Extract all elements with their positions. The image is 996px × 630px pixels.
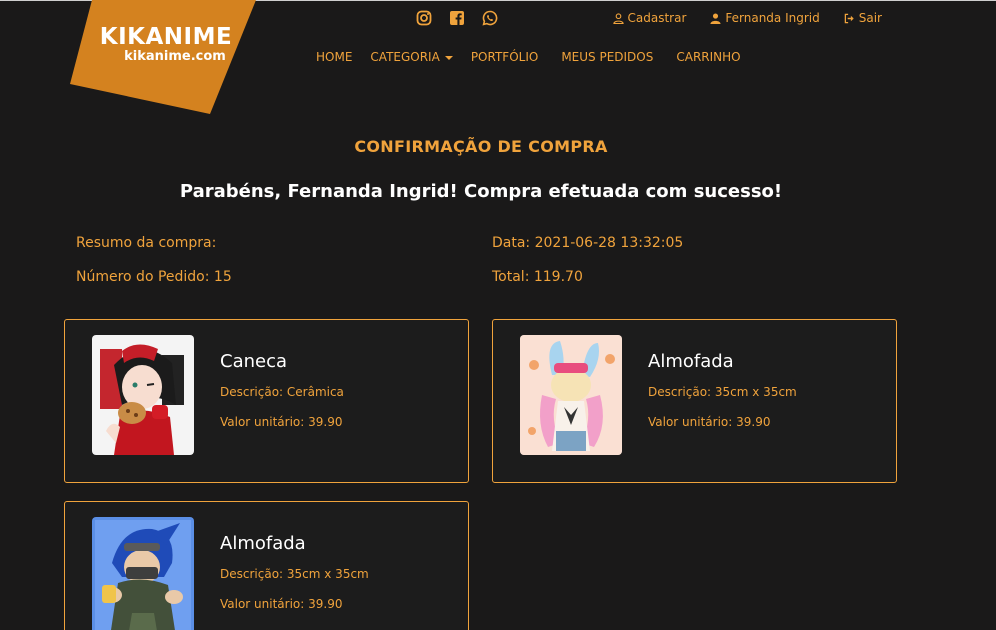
product-image xyxy=(92,335,194,455)
brand-logo[interactable]: KIKANIME kikanime.com xyxy=(70,0,256,114)
product-description: Descrição: 35cm x 35cm xyxy=(648,385,797,399)
brand-domain: kikanime.com xyxy=(124,49,226,64)
main-nav: HOME CATEGORIA PORTFÓLIO MEUS PEDIDOS CA… xyxy=(316,50,741,64)
logout-label: Sair xyxy=(858,11,882,25)
nav-home[interactable]: HOME xyxy=(316,50,352,64)
product-image xyxy=(92,517,194,630)
user-icon xyxy=(710,12,721,24)
user-outline-icon xyxy=(612,12,624,24)
instagram-icon[interactable] xyxy=(416,10,432,26)
product-unit-value: Valor unitário: 39.90 xyxy=(648,415,771,429)
nav-my-orders[interactable]: MEUS PEDIDOS xyxy=(561,50,653,64)
user-profile-link[interactable]: Fernanda Ingrid xyxy=(710,11,820,25)
product-unit-value: Valor unitário: 39.90 xyxy=(220,597,343,611)
nav-category-label: CATEGORIA xyxy=(370,50,440,64)
product-name: Almofada xyxy=(648,351,734,372)
order-date: Data: 2021-06-28 13:32:05 xyxy=(492,235,684,251)
whatsapp-icon[interactable] xyxy=(482,10,498,26)
order-total: Total: 119.70 xyxy=(492,269,583,285)
logout-link[interactable]: Sair xyxy=(844,11,882,25)
facebook-icon[interactable] xyxy=(449,10,465,26)
caret-down-icon xyxy=(444,55,453,60)
product-name: Caneca xyxy=(220,351,288,372)
user-name-label: Fernanda Ingrid xyxy=(725,11,820,25)
nav-category-dropdown[interactable]: CATEGORIA xyxy=(370,50,453,64)
nav-portfolio[interactable]: PORTFÓLIO xyxy=(471,50,539,64)
social-links xyxy=(416,10,498,26)
user-bar: Cadastrar Fernanda Ingrid Sair xyxy=(612,11,882,25)
summary-label: Resumo da compra: xyxy=(76,235,217,251)
nav-cart[interactable]: CARRINHO xyxy=(676,50,740,64)
register-label: Cadastrar xyxy=(627,11,687,25)
sign-out-icon xyxy=(844,13,854,23)
order-number: Número do Pedido: 15 xyxy=(76,269,232,285)
product-card: Almofada Descrição: 35cm x 35cm Valor un… xyxy=(64,501,469,630)
register-link[interactable]: Cadastrar xyxy=(612,11,687,25)
product-description: Descrição: 35cm x 35cm xyxy=(220,567,369,581)
product-name: Almofada xyxy=(220,533,306,554)
product-image xyxy=(520,335,622,455)
product-description: Descrição: Cerâmica xyxy=(220,385,344,399)
product-card: Caneca Descrição: Cerâmica Valor unitári… xyxy=(64,319,469,483)
product-unit-value: Valor unitário: 39.90 xyxy=(220,415,343,429)
brand-name: KIKANIME xyxy=(99,24,233,50)
success-message: Parabéns, Fernanda Ingrid! Compra efetua… xyxy=(179,181,783,202)
product-card: Almofada Descrição: 35cm x 35cm Valor un… xyxy=(492,319,897,483)
page-title: CONFIRMAÇÃO DE COMPRA xyxy=(354,137,608,156)
